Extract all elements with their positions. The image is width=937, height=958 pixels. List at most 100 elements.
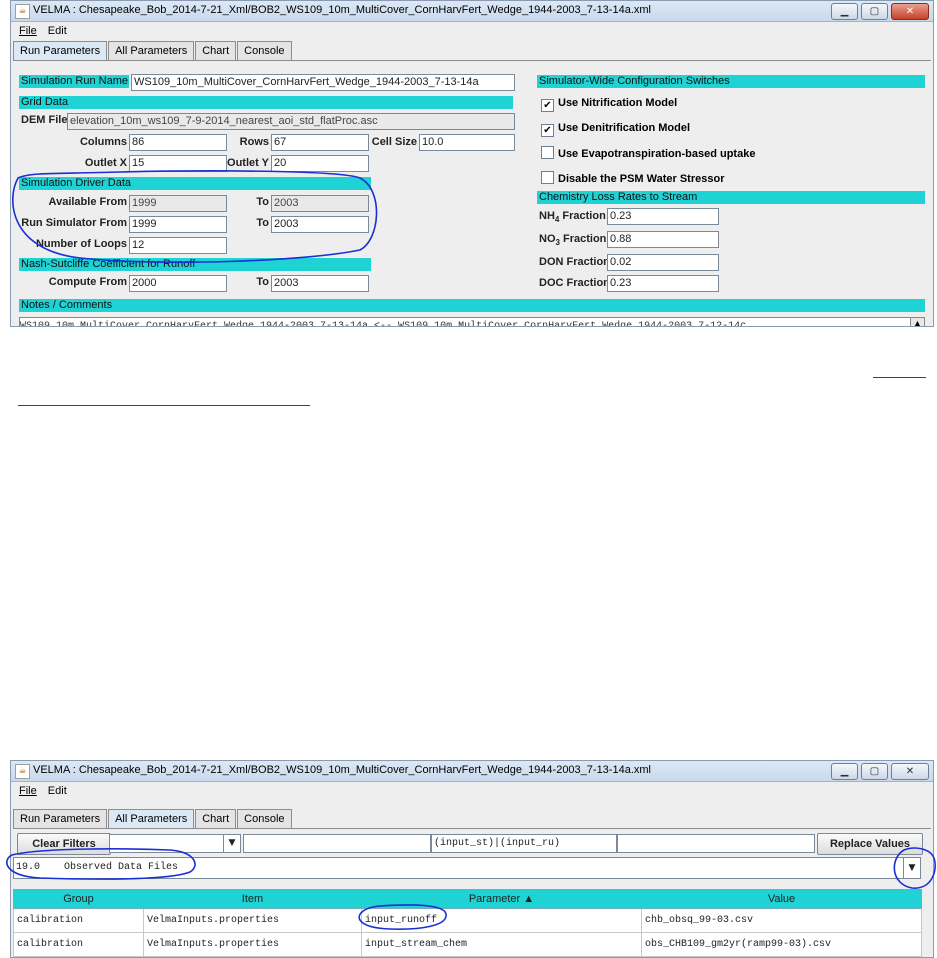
- title-bar[interactable]: ☕ VELMA : Chesapeake_Bob_2014-7-21_Xml/B…: [11, 761, 933, 782]
- compute-to-field[interactable]: 2003: [271, 275, 369, 292]
- window-title: VELMA : Chesapeake_Bob_2014-7-21_Xml/BOB…: [33, 4, 651, 16]
- menu-file[interactable]: File: [19, 22, 37, 40]
- velma-window-run-parameters: ☕ VELMA : Chesapeake_Bob_2014-7-21_Xml/B…: [10, 0, 934, 327]
- rows-field[interactable]: 67: [271, 134, 369, 151]
- dem-file-field[interactable]: elevation_10m_ws109_7-9-2014_nearest_aoi…: [67, 113, 515, 130]
- hyperlink-line-1[interactable]: [873, 363, 926, 378]
- compute-from-field[interactable]: 2000: [129, 275, 227, 292]
- loops-field[interactable]: 12: [129, 237, 227, 254]
- menu-edit[interactable]: Edit: [48, 782, 67, 800]
- run-to-field[interactable]: 2003: [271, 216, 369, 233]
- notes-textarea[interactable]: WS109_10m_MultiCover_CornHarvFert_Wedge_…: [19, 317, 925, 326]
- psm-stressor-checkbox[interactable]: Disable the PSM Water Stressor: [541, 171, 724, 186]
- hyperlink-line-2[interactable]: [18, 391, 310, 406]
- column-header-item[interactable]: Item: [143, 889, 362, 909]
- nh4-fraction-label: NH4 Fraction: [539, 210, 606, 224]
- maximize-icon[interactable]: ▢: [861, 3, 888, 20]
- table-cell[interactable]: obs_CHB109_gm2yr(ramp99-03).csv: [641, 932, 922, 957]
- notes-header: Notes / Comments: [19, 299, 925, 312]
- check-icon: ✔: [541, 99, 554, 112]
- table-cell[interactable]: calibration: [13, 908, 144, 933]
- java-cup-icon: ☕: [15, 4, 30, 19]
- table-cell[interactable]: VelmaInputs.properties: [143, 908, 362, 933]
- no3-fraction-field[interactable]: 0.88: [607, 231, 719, 248]
- minimize-icon[interactable]: ▁: [831, 763, 858, 780]
- table-cell[interactable]: input_stream_chem: [361, 932, 642, 957]
- columns-label: Columns: [79, 136, 127, 148]
- grid-data-header: Grid Data: [19, 96, 513, 109]
- nitrification-checkbox[interactable]: ✔ Use Nitrification Model: [541, 97, 677, 112]
- table-cell[interactable]: chb_obsq_99-03.csv: [641, 908, 922, 933]
- outlet-y-field[interactable]: 20: [271, 155, 369, 172]
- rows-label: Rows: [239, 136, 269, 148]
- clear-filters-button[interactable]: Clear Filters: [17, 833, 111, 855]
- menu-bar: File Edit: [11, 22, 933, 40]
- scroll-up-icon[interactable]: ▲: [910, 317, 925, 326]
- config-switches-header: Simulator-Wide Configuration Switches: [537, 75, 925, 88]
- nh4-fraction-field[interactable]: 0.23: [607, 208, 719, 225]
- don-fraction-label: DON Fraction: [539, 256, 610, 268]
- table-row[interactable]: calibration VelmaInputs.properties input…: [13, 932, 922, 957]
- table-cell[interactable]: calibration: [13, 932, 144, 957]
- menu-edit[interactable]: Edit: [48, 22, 67, 40]
- available-from-label: Available From: [48, 196, 127, 208]
- close-icon[interactable]: ✕: [891, 763, 929, 780]
- loops-label: Number of Loops: [35, 238, 127, 250]
- driver-data-header: Simulation Driver Data: [19, 177, 371, 190]
- outlet-y-label: Outlet Y: [227, 157, 269, 169]
- maximize-icon[interactable]: ▢: [861, 763, 888, 780]
- parameters-table: Group Item Parameter ▲ Value calibration…: [13, 889, 922, 957]
- column-header-parameter[interactable]: Parameter ▲: [361, 889, 642, 909]
- replace-values-button[interactable]: Replace Values: [817, 833, 923, 855]
- tab-all-parameters[interactable]: All Parameters: [108, 809, 195, 829]
- denitrification-label: Use Denitrification Model: [558, 122, 691, 134]
- tab-chart[interactable]: Chart: [195, 41, 237, 60]
- column-header-value[interactable]: Value: [641, 889, 922, 909]
- table-header-row: Group Item Parameter ▲ Value: [13, 889, 922, 909]
- dem-file-label: DEM File: [21, 114, 68, 126]
- item-filter-field[interactable]: [243, 834, 431, 853]
- doc-fraction-label: DOC Fraction: [539, 277, 610, 289]
- menu-file[interactable]: File: [19, 782, 37, 800]
- compute-from-label: Compute From: [48, 276, 127, 288]
- column-header-group[interactable]: Group: [13, 889, 144, 909]
- don-fraction-field[interactable]: 0.02: [607, 254, 719, 271]
- chevron-down-icon[interactable]: ▼: [223, 834, 241, 853]
- category-combo[interactable]: 19.0 Observed Data Files: [13, 857, 905, 879]
- cell-size-label: Cell Size: [371, 136, 417, 148]
- table-cell[interactable]: input_runoff: [361, 908, 642, 933]
- tab-run-parameters[interactable]: Run Parameters: [13, 41, 108, 61]
- title-bar[interactable]: ☕ VELMA : Chesapeake_Bob_2014-7-21_Xml/B…: [11, 1, 933, 22]
- velma-window-all-parameters: ☕ VELMA : Chesapeake_Bob_2014-7-21_Xml/B…: [10, 760, 934, 958]
- minimize-icon[interactable]: ▁: [831, 3, 858, 20]
- parameter-filter-field[interactable]: (input_st)|(input_ru): [431, 834, 617, 853]
- table-cell[interactable]: VelmaInputs.properties: [143, 932, 362, 957]
- value-filter-field[interactable]: [617, 834, 815, 853]
- doc-fraction-field[interactable]: 0.23: [607, 275, 719, 292]
- available-to-field[interactable]: 2003: [271, 195, 369, 212]
- psm-stressor-label: Disable the PSM Water Stressor: [558, 173, 725, 185]
- available-from-field[interactable]: 1999: [129, 195, 227, 212]
- close-icon[interactable]: ✕: [891, 3, 929, 20]
- run-to-label: To: [256, 217, 269, 229]
- cell-size-field[interactable]: 10.0: [419, 134, 515, 151]
- evapotranspiration-label: Use Evapotranspiration-based uptake: [558, 148, 756, 160]
- evapotranspiration-checkbox[interactable]: Use Evapotranspiration-based uptake: [541, 146, 755, 161]
- tab-strip: Run Parameters All Parameters Chart Cons…: [13, 41, 293, 61]
- run-parameters-panel: Simulation Run Name WS109_10m_MultiCover…: [13, 60, 931, 326]
- tab-all-parameters[interactable]: All Parameters: [108, 41, 195, 60]
- run-from-field[interactable]: 1999: [129, 216, 227, 233]
- table-row[interactable]: calibration VelmaInputs.properties input…: [13, 908, 922, 933]
- sim-run-name-field[interactable]: WS109_10m_MultiCover_CornHarvFert_Wedge_…: [131, 74, 515, 91]
- chevron-down-icon[interactable]: ▼: [903, 857, 921, 879]
- run-from-label: Run Simulator From: [21, 217, 127, 229]
- group-filter-combo[interactable]: [109, 834, 225, 853]
- available-to-label: To: [256, 196, 269, 208]
- tab-console[interactable]: Console: [237, 809, 292, 828]
- menu-bar: File Edit: [11, 782, 933, 800]
- tab-run-parameters[interactable]: Run Parameters: [13, 809, 108, 828]
- tab-console[interactable]: Console: [237, 41, 292, 60]
- denitrification-checkbox[interactable]: ✔ Use Denitrification Model: [541, 122, 690, 137]
- tab-chart[interactable]: Chart: [195, 809, 237, 828]
- outlet-x-label: Outlet X: [84, 157, 127, 169]
